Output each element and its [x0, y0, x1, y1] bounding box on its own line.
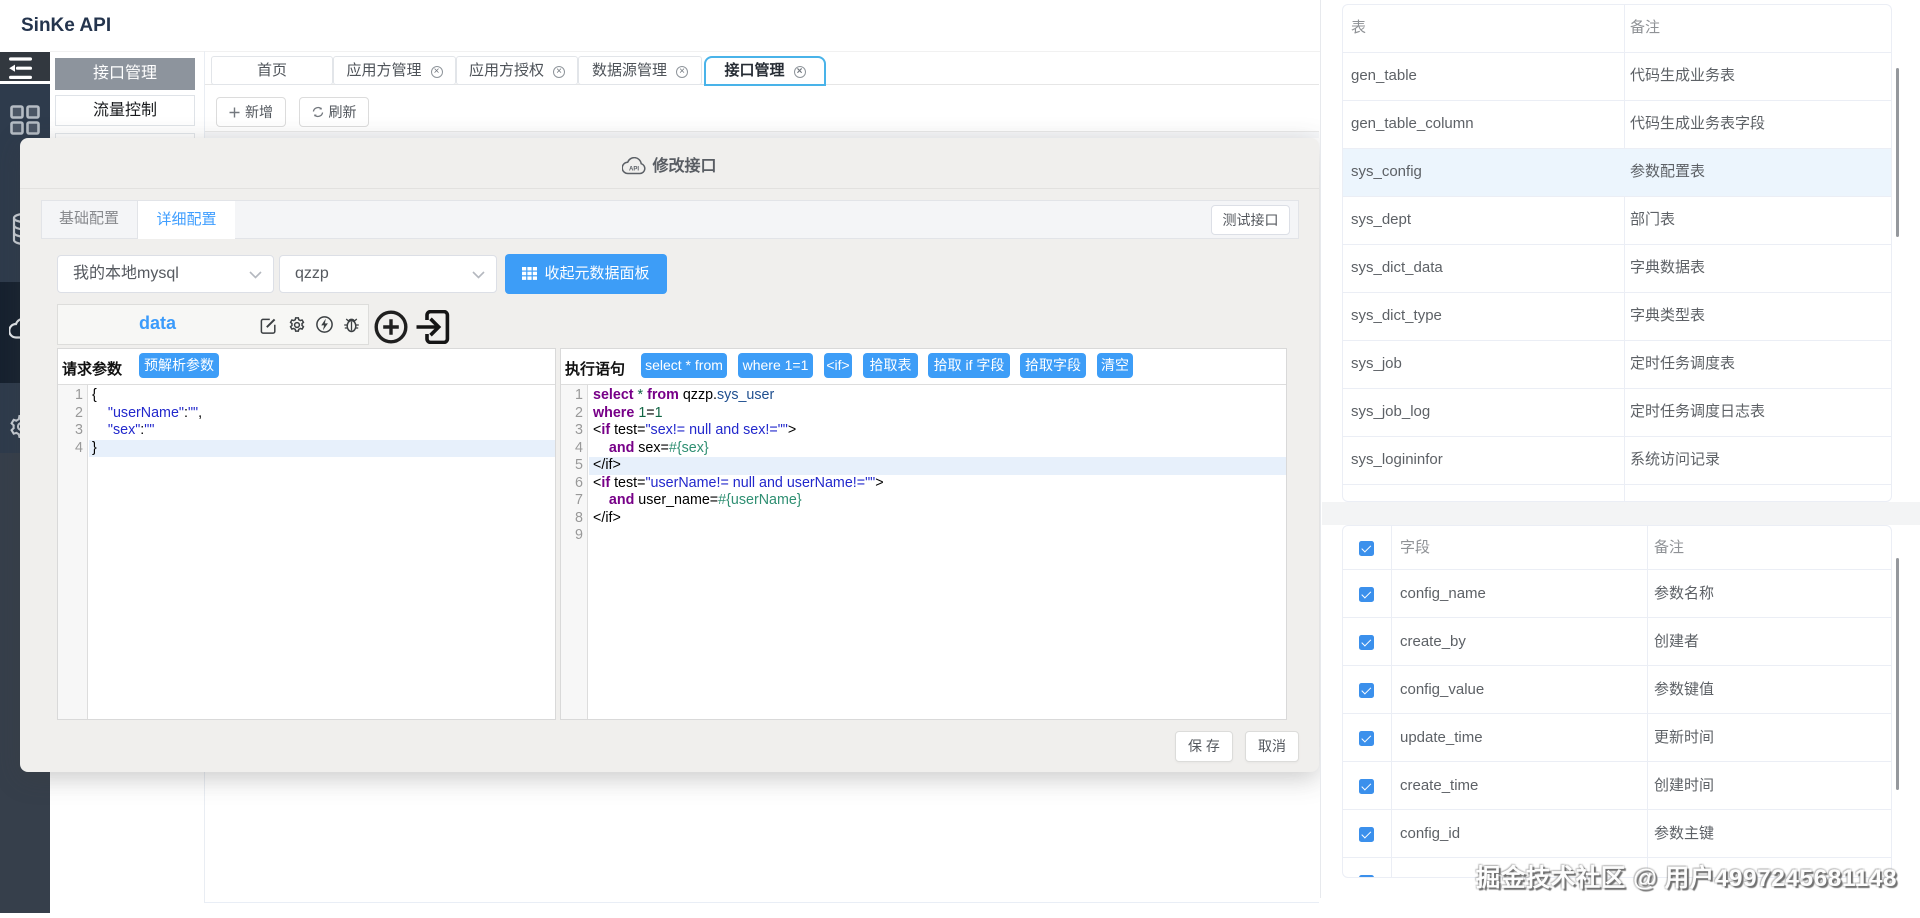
svg-text:API: API — [629, 167, 639, 173]
